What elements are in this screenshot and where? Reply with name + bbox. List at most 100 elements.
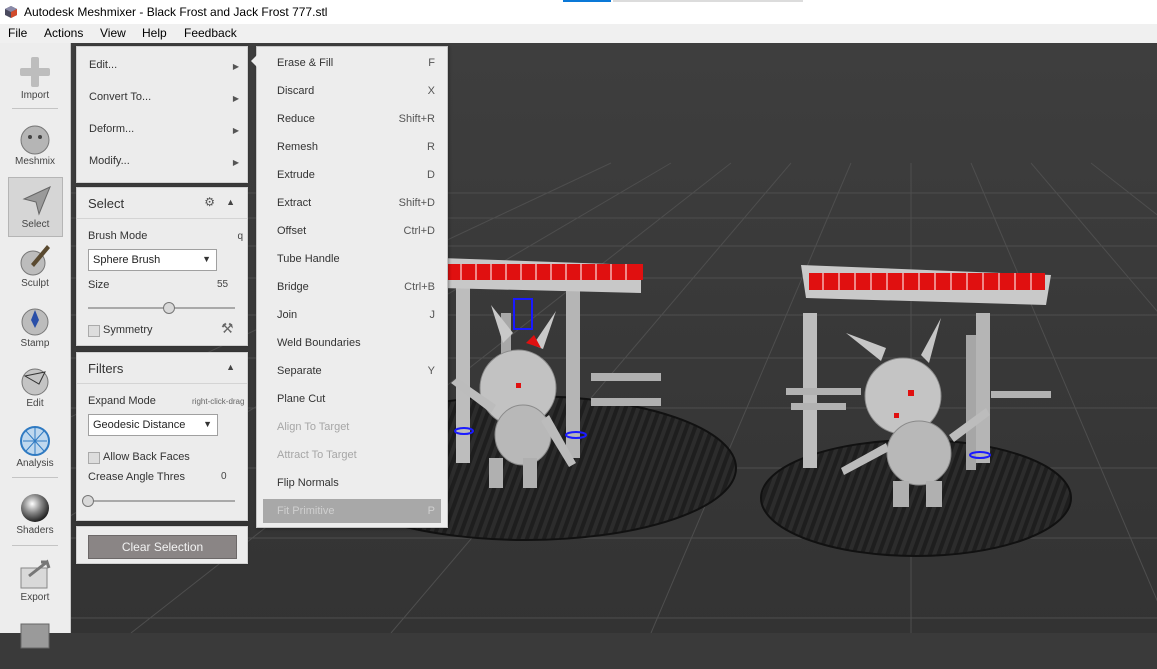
submenu-edit[interactable]: Edit... ▶ bbox=[89, 59, 239, 79]
tool-sculpt[interactable]: Sculpt bbox=[0, 237, 70, 295]
menu-item-weld-boundaries[interactable]: Weld Boundaries bbox=[263, 331, 441, 355]
triangle-down-icon: ▼ bbox=[202, 254, 211, 264]
menu-file[interactable]: File bbox=[8, 26, 27, 40]
menu-item-label: Tube Handle bbox=[277, 253, 340, 265]
menu-item-label: Reduce bbox=[277, 113, 315, 125]
menu-item-tube-handle[interactable]: Tube Handle bbox=[263, 247, 441, 271]
plus-icon bbox=[20, 57, 50, 87]
tool-export[interactable]: Export bbox=[0, 551, 70, 609]
menu-item-label: Join bbox=[277, 309, 298, 321]
tool-sidebar: Import Meshmix Select Sculpt Stamp Edit bbox=[0, 43, 71, 649]
clear-selection-panel: Clear Selection bbox=[76, 526, 248, 564]
allow-back-faces-checkbox[interactable] bbox=[88, 452, 100, 464]
clear-selection-button[interactable]: Clear Selection bbox=[88, 535, 237, 559]
tool-label: Sculpt bbox=[21, 278, 49, 289]
menu-item-bridge[interactable]: Bridge Ctrl+B bbox=[263, 275, 441, 299]
taskbar-accent bbox=[563, 0, 611, 2]
leg bbox=[926, 481, 942, 507]
divider bbox=[12, 477, 58, 478]
menu-pointer bbox=[251, 55, 257, 67]
window-title: Autodesk Meshmixer - Black Frost and Jac… bbox=[24, 5, 328, 19]
menu-item-offset[interactable]: Offset Ctrl+D bbox=[263, 219, 441, 243]
menu-item-flip-normals[interactable]: Flip Normals bbox=[263, 471, 441, 495]
symmetry-checkbox[interactable] bbox=[88, 325, 100, 337]
panel-title: Filters bbox=[88, 361, 124, 376]
crease-angle-label: Crease Angle Thres bbox=[88, 471, 186, 483]
dropdown-value: Geodesic Distance bbox=[93, 419, 186, 431]
menu-help[interactable]: Help bbox=[142, 26, 167, 40]
menu-item-align-to-target: Align To Target bbox=[263, 415, 441, 439]
crease-angle-slider[interactable] bbox=[88, 500, 235, 502]
tool-shaders[interactable]: Shaders bbox=[0, 484, 70, 542]
tool-label: Select bbox=[21, 219, 50, 230]
collapse-triangle-icon[interactable]: ▲ bbox=[226, 362, 235, 372]
triangle-right-icon: ▶ bbox=[232, 94, 239, 103]
triangle-right-icon: ▶ bbox=[232, 158, 239, 167]
printer-icon bbox=[20, 623, 50, 649]
menu-item-label: Extract bbox=[277, 197, 312, 209]
submenu-convert-to[interactable]: Convert To... ▶ bbox=[89, 91, 239, 111]
brush-mode-hotkey: q bbox=[237, 231, 243, 242]
menu-item-extract[interactable]: Extract Shift+D bbox=[263, 191, 441, 215]
submenu-deform[interactable]: Deform... ▶ bbox=[89, 123, 239, 143]
brush-mode-label: Brush Mode bbox=[88, 230, 148, 242]
stamp-ball-icon bbox=[21, 308, 49, 336]
menu-item-shortcut: Ctrl+D bbox=[403, 225, 435, 237]
menu-item-discard[interactable]: Discard X bbox=[263, 79, 441, 103]
tool-select[interactable]: Select bbox=[8, 177, 63, 237]
menu-item-label: Flip Normals bbox=[277, 477, 339, 489]
tool-meshmix[interactable]: Meshmix bbox=[0, 115, 70, 173]
select-panel-header[interactable]: Select ⚙ ▲ bbox=[77, 188, 247, 219]
expand-mode-label: Expand Mode bbox=[88, 395, 156, 407]
menu-item-label: Extrude bbox=[277, 169, 315, 181]
menu-item-join[interactable]: Join J bbox=[263, 303, 441, 327]
wrench-icon[interactable]: ⚒ bbox=[221, 320, 234, 337]
panel-title: Select bbox=[88, 196, 125, 211]
menu-item-label: Attract To Target bbox=[277, 449, 357, 461]
title-bar: Autodesk Meshmixer - Black Frost and Jac… bbox=[0, 0, 1157, 24]
divider bbox=[12, 545, 58, 546]
collapse-triangle-icon[interactable]: ▲ bbox=[226, 197, 235, 207]
menu-item-erase-fill[interactable]: Erase & Fill F bbox=[263, 51, 441, 75]
menu-item-plane-cut[interactable]: Plane Cut bbox=[263, 387, 441, 411]
fence bbox=[591, 398, 661, 406]
submenu-label: Edit... bbox=[89, 59, 118, 71]
menu-item-shortcut: P bbox=[427, 505, 435, 517]
size-slider-thumb[interactable] bbox=[162, 302, 175, 314]
menu-view[interactable]: View bbox=[100, 26, 126, 40]
tool-stamp[interactable]: Stamp bbox=[0, 297, 70, 355]
menu-item-shortcut: D bbox=[427, 169, 435, 181]
expand-mode-dropdown[interactable]: Geodesic Distance ▼ bbox=[88, 414, 218, 436]
menu-item-attract-to-target: Attract To Target bbox=[263, 443, 441, 467]
tool-edit[interactable]: Edit bbox=[0, 357, 70, 415]
fence bbox=[791, 403, 846, 410]
brush-mode-dropdown[interactable]: Sphere Brush ▼ bbox=[88, 249, 217, 271]
gear-icon[interactable]: ⚙ bbox=[204, 195, 215, 209]
menu-actions[interactable]: Actions bbox=[44, 26, 83, 40]
menu-item-label: Discard bbox=[277, 85, 315, 97]
size-slider[interactable] bbox=[88, 307, 235, 309]
filters-panel-header[interactable]: Filters ▲ bbox=[77, 353, 247, 384]
triangle-down-icon: ▼ bbox=[203, 419, 212, 429]
menu-feedback[interactable]: Feedback bbox=[184, 26, 237, 40]
export-box-icon bbox=[20, 559, 51, 589]
taskbar-strip bbox=[613, 0, 803, 2]
tool-analysis[interactable]: Analysis bbox=[0, 417, 70, 475]
tool-label: Meshmix bbox=[14, 156, 55, 167]
menu-item-extrude[interactable]: Extrude D bbox=[263, 163, 441, 187]
body bbox=[886, 420, 952, 486]
body bbox=[494, 404, 552, 466]
menu-item-label: Bridge bbox=[277, 281, 309, 293]
tool-label: Stamp bbox=[20, 338, 50, 349]
menu-item-separate[interactable]: Separate Y bbox=[263, 359, 441, 383]
tool-partial[interactable] bbox=[0, 611, 70, 669]
triangle-right-icon: ▶ bbox=[232, 62, 239, 71]
menu-item-remesh[interactable]: Remesh R bbox=[263, 135, 441, 159]
tool-import[interactable]: Import bbox=[0, 49, 70, 107]
menu-item-label: Plane Cut bbox=[277, 393, 326, 405]
menu-item-reduce[interactable]: Reduce Shift+R bbox=[263, 107, 441, 131]
fence bbox=[591, 373, 661, 381]
tool-label: Export bbox=[20, 592, 50, 603]
submenu-modify[interactable]: Modify... ▶ bbox=[89, 155, 239, 175]
crease-angle-slider-thumb[interactable] bbox=[82, 495, 94, 507]
